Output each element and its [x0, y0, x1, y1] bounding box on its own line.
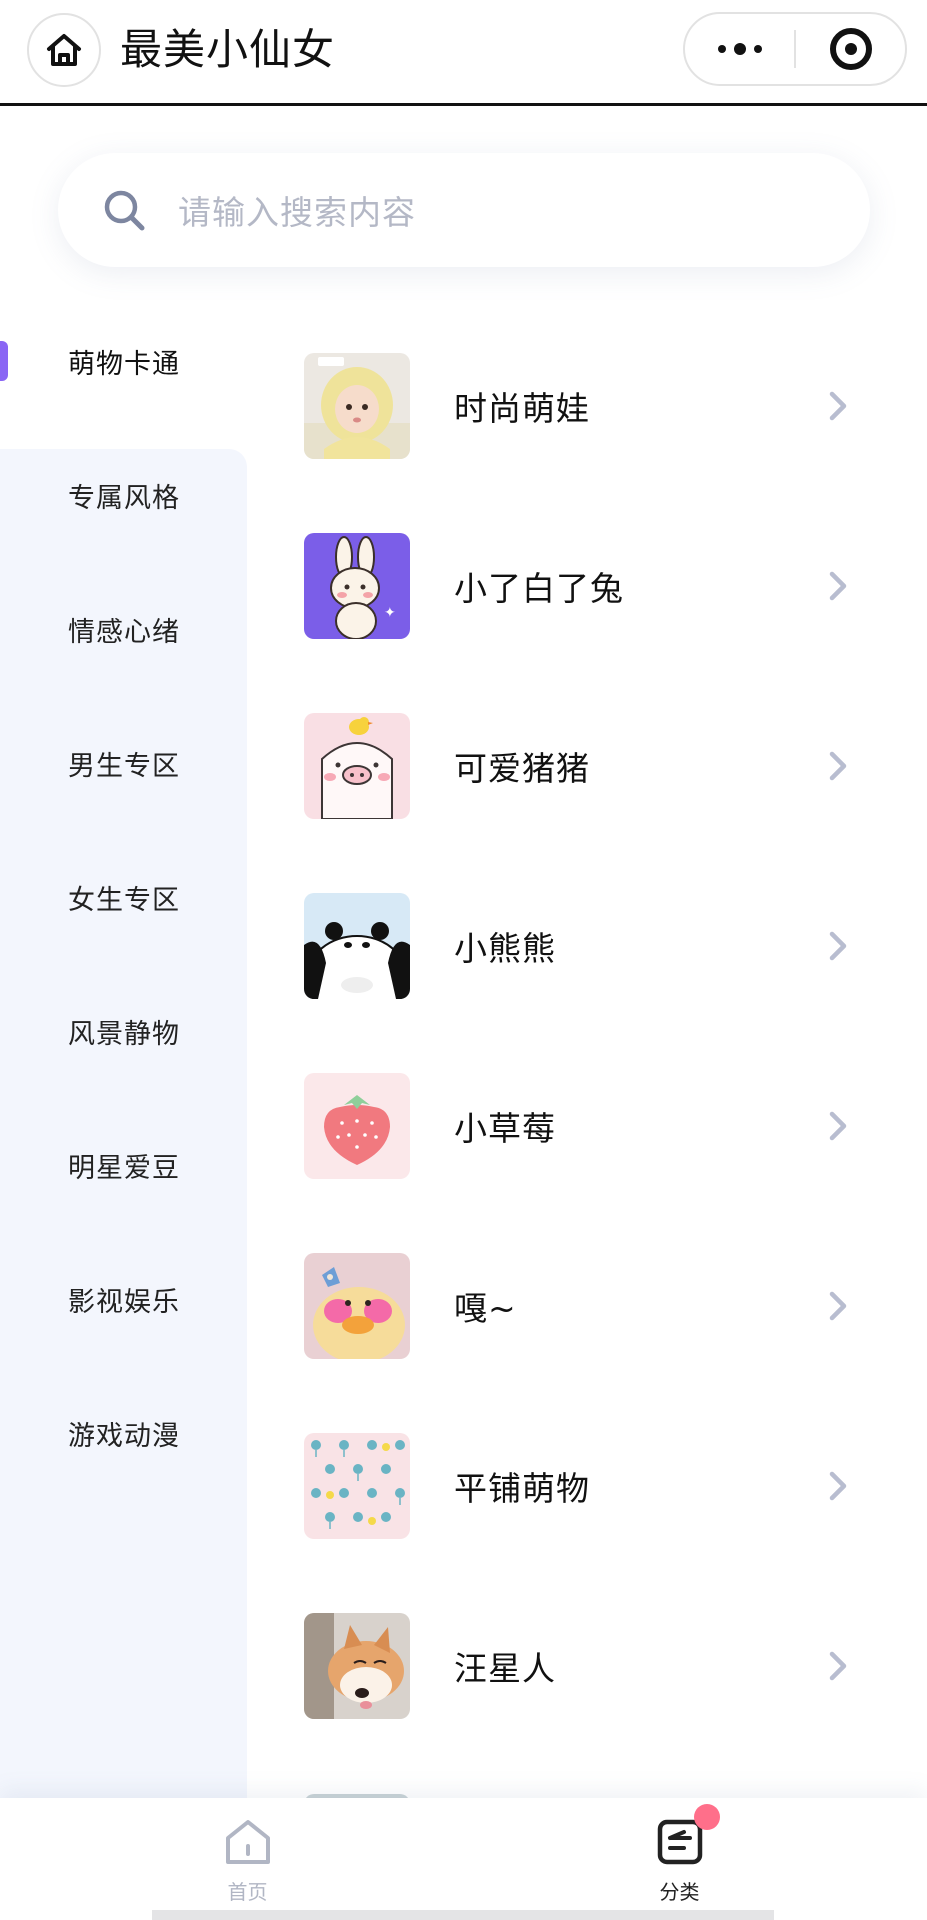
thumbnail-panda-cartoon — [304, 893, 410, 999]
sidebar-item-cute-cartoon[interactable]: 萌物卡通 — [0, 294, 247, 428]
list-item[interactable]: 嘎~ — [247, 1216, 927, 1396]
chevron-right-icon — [829, 391, 847, 421]
page-title: 最美小仙女 — [120, 25, 336, 74]
tab-label: 分类 — [659, 1880, 700, 1904]
search-icon — [104, 190, 145, 231]
thumbnail-shiba-dog — [304, 1613, 410, 1719]
sidebar-item-stars[interactable]: 明星爱豆 — [0, 1098, 247, 1232]
tab-bar: 首页 分类 — [0, 1798, 927, 1920]
chevron-right-icon — [829, 571, 847, 601]
mini-program-capsule — [683, 12, 907, 86]
list-item-label: 汪星人 — [454, 1649, 556, 1688]
sidebar-item-label: 萌物卡通 — [68, 348, 180, 380]
list-item[interactable]: 平铺萌物 — [247, 1396, 927, 1576]
sidebar-item-emotion[interactable]: 情感心绪 — [0, 562, 247, 696]
sidebar-item-label: 女生专区 — [68, 884, 180, 916]
search-input[interactable]: 请输入搜索内容 — [58, 153, 870, 267]
search-placeholder: 请输入搜索内容 — [178, 193, 416, 232]
sidebar-item-label: 专属风格 — [68, 482, 180, 514]
thumbnail-duck-plush — [304, 1253, 410, 1359]
sidebar-item-scenery[interactable]: 风景静物 — [0, 964, 247, 1098]
list-item-label: 嘎~ — [454, 1289, 517, 1328]
active-indicator — [0, 341, 8, 381]
sidebar-item-label: 影视娱乐 — [68, 1286, 180, 1318]
thumbnail-bunny-cartoon: ✦ — [304, 533, 410, 639]
sidebar-item-movies[interactable]: 影视娱乐 — [0, 1232, 247, 1366]
sidebar-item-label: 情感心绪 — [68, 616, 180, 648]
list-item[interactable]: 汪星人 — [247, 1576, 927, 1756]
more-dots-icon — [717, 43, 762, 55]
sidebar-item-label: 游戏动漫 — [68, 1420, 180, 1452]
tab-label: 首页 — [227, 1880, 268, 1904]
list-item-label: 平铺萌物 — [454, 1469, 590, 1508]
home-icon — [222, 1816, 274, 1868]
chevron-right-icon — [829, 1291, 847, 1321]
list-item[interactable]: 时尚萌娃 — [247, 316, 927, 496]
sidebar-item-girls[interactable]: 女生专区 — [0, 830, 247, 964]
home-button[interactable] — [27, 13, 101, 87]
thumbnail-pig-cartoon — [304, 713, 410, 819]
notification-badge — [693, 1804, 720, 1830]
home-icon — [47, 34, 81, 66]
tab-home[interactable]: 首页 — [16, 1798, 479, 1920]
list-item-label: 小熊熊 — [454, 929, 556, 968]
chevron-right-icon — [829, 931, 847, 961]
chevron-right-icon — [829, 1471, 847, 1501]
close-button[interactable] — [796, 14, 905, 84]
thumbnail-tiled-pattern — [304, 1433, 410, 1539]
sidebar-item-label: 男生专区 — [68, 750, 180, 782]
category-sidebar: 萌物卡通 专属风格 情感心绪 男生专区 女生专区 风景静物 明星爱豆 影视娱乐 … — [0, 294, 247, 1829]
sidebar-item-boys[interactable]: 男生专区 — [0, 696, 247, 830]
navigation-bar: 最美小仙女 — [0, 0, 927, 106]
thumbnail-strawberry — [304, 1073, 410, 1179]
thumbnail-baby-photo — [304, 353, 410, 459]
list-item-label: 可爱猪猪 — [454, 749, 590, 788]
home-indicator — [152, 1910, 774, 1920]
chevron-right-icon — [829, 1651, 847, 1681]
chevron-right-icon — [829, 1111, 847, 1141]
sidebar-item-label: 明星爱豆 — [68, 1152, 180, 1184]
sidebar-item-games[interactable]: 游戏动漫 — [0, 1366, 247, 1500]
list-item[interactable]: 小熊熊 — [247, 856, 927, 1036]
svg-text:✦: ✦ — [384, 605, 396, 621]
target-icon — [829, 28, 872, 70]
list-item-label: 小草莓 — [454, 1109, 556, 1148]
list-item[interactable]: 小草莓 — [247, 1036, 927, 1216]
chevron-right-icon — [829, 751, 847, 781]
list-item-label: 时尚萌娃 — [454, 389, 590, 428]
sidebar-item-label: 风景静物 — [68, 1018, 180, 1050]
list-item[interactable]: ✦ 小了白了兔 — [247, 496, 927, 676]
list-item[interactable]: 可爱猪猪 — [247, 676, 927, 856]
list-item-label: 小了白了兔 — [454, 569, 624, 608]
more-button[interactable] — [685, 14, 794, 84]
tab-category[interactable]: 分类 — [448, 1798, 911, 1920]
category-icon — [654, 1804, 720, 1868]
sidebar-item-style[interactable]: 专属风格 — [0, 428, 247, 562]
